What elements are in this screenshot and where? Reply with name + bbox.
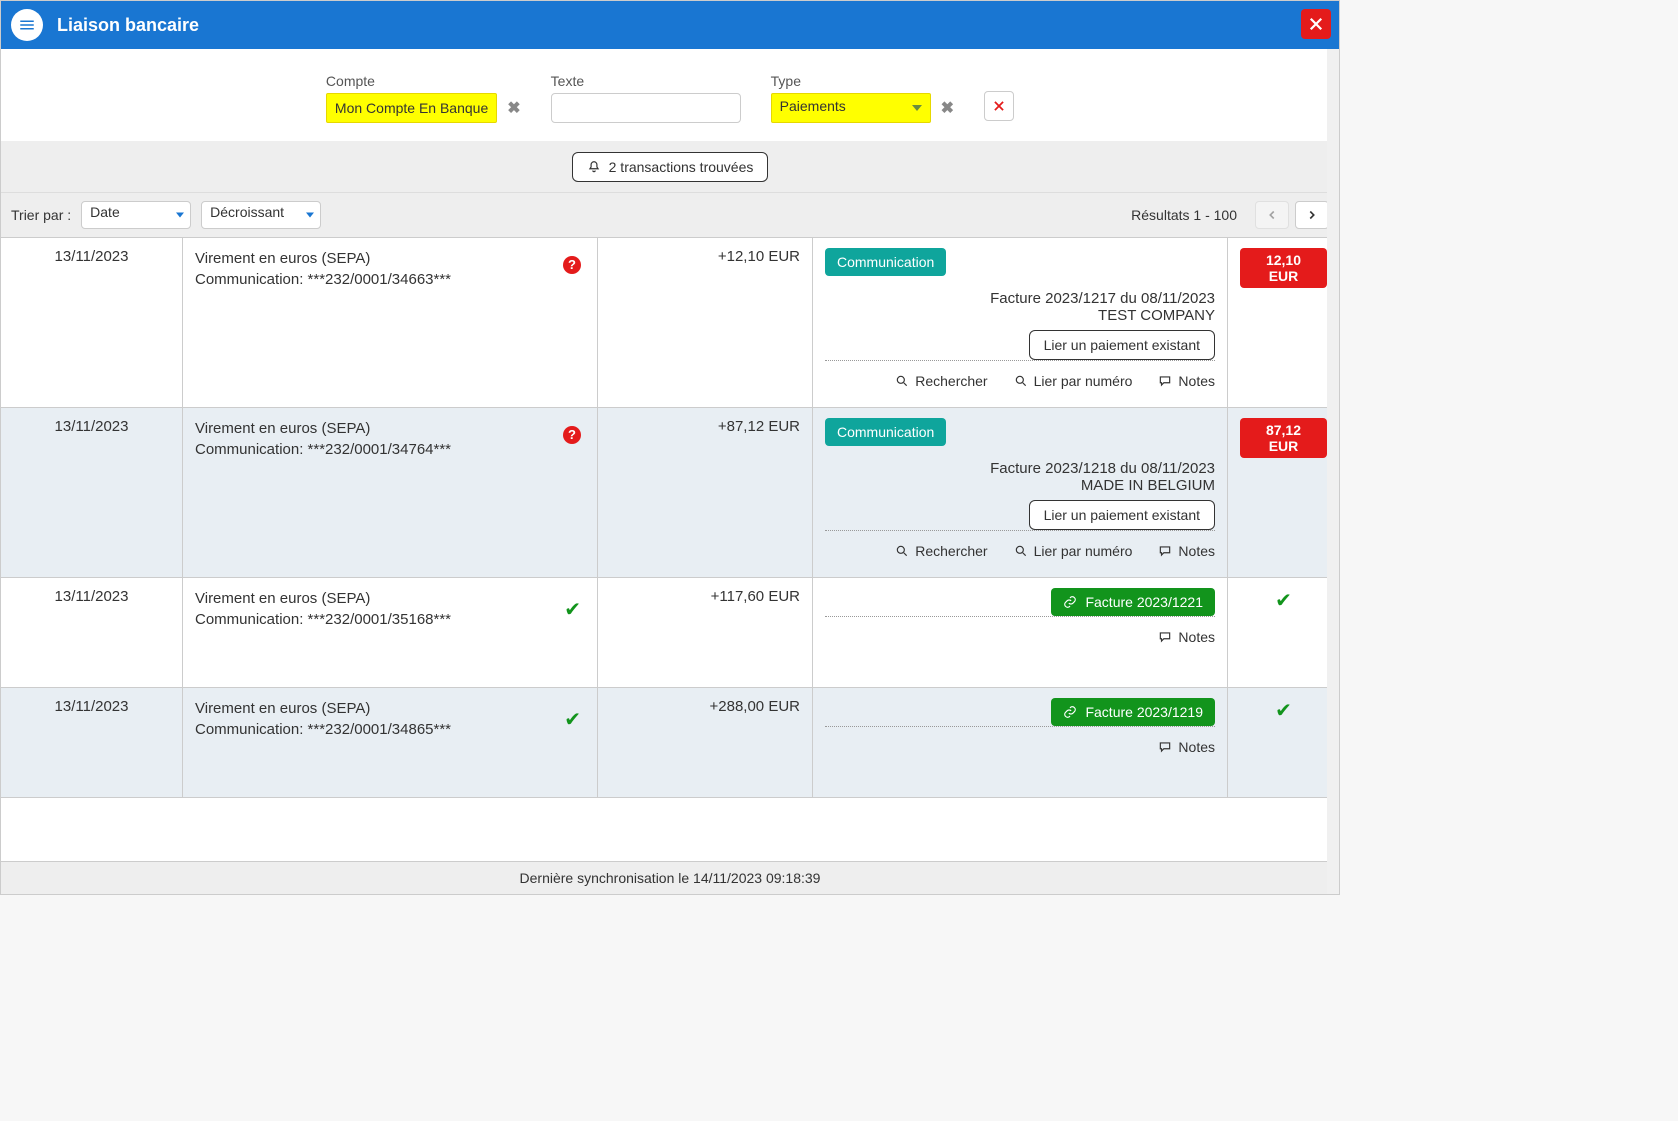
arrow-right-icon [1305, 208, 1319, 222]
transaction-status: ✔ [1228, 578, 1339, 687]
link-icon [1063, 705, 1077, 719]
unmatched-amount-badge: 87,12 EUR [1240, 418, 1327, 458]
transaction-amount: +117,60 EUR [598, 578, 813, 687]
clear-compte-icon[interactable]: ✖ [507, 98, 520, 118]
close-icon [992, 99, 1006, 113]
link-by-number-action[interactable]: Lier par numéro [1014, 373, 1133, 389]
notice-bar: 2 transactions trouvées [1, 142, 1339, 193]
transaction-description: Virement en euros (SEPA) Communication: … [183, 408, 598, 577]
close-icon [1307, 15, 1325, 33]
communication-badge[interactable]: Communication [825, 248, 946, 276]
linked-invoice-button[interactable]: Facture 2023/1219 [1051, 698, 1215, 726]
invoice-reference: Facture 2023/1217 du 08/11/2023 [825, 290, 1215, 307]
matched-check-icon: ✔ [1275, 590, 1292, 612]
transaction-date: 13/11/2023 [1, 578, 183, 687]
transaction-row: 13/11/2023 Virement en euros (SEPA) Comm… [1, 688, 1339, 798]
matched-icon: ✔ [564, 706, 581, 734]
search-icon [895, 374, 909, 388]
filter-type-select[interactable]: Paiements [771, 93, 931, 123]
notes-action[interactable]: Notes [1158, 373, 1215, 389]
filter-compte-label: Compte [326, 73, 521, 89]
transaction-row: 13/11/2023 Virement en euros (SEPA) Comm… [1, 238, 1339, 408]
unmatched-icon: ? [563, 256, 581, 274]
company-name: MADE IN BELGIUM [825, 477, 1215, 494]
unmatched-icon: ? [563, 426, 581, 444]
search-action[interactable]: Rechercher [895, 543, 987, 559]
chat-icon [1158, 630, 1172, 644]
bell-icon [587, 160, 601, 174]
invoice-reference: Facture 2023/1218 du 08/11/2023 [825, 460, 1215, 477]
link-existing-payment-button[interactable]: Lier un paiement existant [1029, 500, 1215, 530]
transaction-date: 13/11/2023 [1, 688, 183, 797]
next-page-button[interactable] [1295, 201, 1329, 229]
search-icon [895, 544, 909, 558]
transaction-date: 13/11/2023 [1, 408, 183, 577]
transactions-found-pill[interactable]: 2 transactions trouvées [572, 152, 769, 182]
menu-button[interactable] [11, 9, 43, 41]
transaction-actions: Facture 2023/1219 Notes [813, 688, 1228, 797]
notes-action[interactable]: Notes [1158, 543, 1215, 559]
transaction-date: 13/11/2023 [1, 238, 183, 407]
prev-page-button[interactable] [1255, 201, 1289, 229]
unmatched-amount-badge: 12,10 EUR [1240, 248, 1327, 288]
transaction-amount: +288,00 EUR [598, 688, 813, 797]
chat-icon [1158, 740, 1172, 754]
app-header: Liaison bancaire [1, 1, 1339, 49]
search-icon [1014, 374, 1028, 388]
sort-order-select[interactable]: Décroissant [201, 201, 321, 229]
arrow-left-icon [1265, 208, 1279, 222]
transaction-status: 87,12 EUR [1228, 408, 1339, 577]
notes-action[interactable]: Notes [1158, 739, 1215, 755]
filter-compte-input[interactable]: Mon Compte En Banque [326, 93, 497, 123]
link-icon [1063, 595, 1077, 609]
sort-field-select[interactable]: Date [81, 201, 191, 229]
page-title: Liaison bancaire [57, 15, 199, 36]
scrollbar[interactable] [1327, 1, 1339, 894]
search-action[interactable]: Rechercher [895, 373, 987, 389]
transaction-description: Virement en euros (SEPA) Communication: … [183, 238, 598, 407]
filter-type-label: Type [771, 73, 954, 89]
transaction-row: 13/11/2023 Virement en euros (SEPA) Comm… [1, 408, 1339, 578]
transaction-row: 13/11/2023 Virement en euros (SEPA) Comm… [1, 578, 1339, 688]
sync-status-footer: Dernière synchronisation le 14/11/2023 0… [1, 861, 1339, 894]
filter-bar: Compte Mon Compte En Banque ✖ Texte Type… [1, 49, 1339, 142]
transaction-description: Virement en euros (SEPA) Communication: … [183, 688, 598, 797]
transaction-description: Virement en euros (SEPA) Communication: … [183, 578, 598, 687]
transaction-status: ✔ [1228, 688, 1339, 797]
transaction-actions: Communication Facture 2023/1218 du 08/11… [813, 408, 1228, 577]
matched-icon: ✔ [564, 596, 581, 624]
transaction-amount: +12,10 EUR [598, 238, 813, 407]
transaction-amount: +87,12 EUR [598, 408, 813, 577]
close-button[interactable] [1301, 9, 1331, 39]
sort-bar: Trier par : Date Décroissant Résultats 1… [1, 193, 1339, 238]
filter-texte-label: Texte [551, 73, 741, 89]
chat-icon [1158, 544, 1172, 558]
clear-type-icon[interactable]: ✖ [941, 98, 954, 118]
matched-check-icon: ✔ [1275, 700, 1292, 722]
reset-filters-button[interactable] [984, 91, 1014, 121]
transaction-actions: Communication Facture 2023/1217 du 08/11… [813, 238, 1228, 407]
chat-icon [1158, 374, 1172, 388]
transaction-actions: Facture 2023/1221 Notes [813, 578, 1228, 687]
transaction-list: 13/11/2023 Virement en euros (SEPA) Comm… [1, 238, 1339, 861]
communication-badge[interactable]: Communication [825, 418, 946, 446]
company-name: TEST COMPANY [825, 307, 1215, 324]
results-count: Résultats 1 - 100 [1131, 207, 1237, 223]
transactions-found-text: 2 transactions trouvées [609, 159, 754, 175]
hamburger-icon [18, 16, 36, 34]
link-by-number-action[interactable]: Lier par numéro [1014, 543, 1133, 559]
filter-texte-input[interactable] [551, 93, 741, 123]
link-existing-payment-button[interactable]: Lier un paiement existant [1029, 330, 1215, 360]
notes-action[interactable]: Notes [1158, 629, 1215, 645]
search-icon [1014, 544, 1028, 558]
sort-label: Trier par : [11, 207, 71, 223]
transaction-status: 12,10 EUR [1228, 238, 1339, 407]
linked-invoice-button[interactable]: Facture 2023/1221 [1051, 588, 1215, 616]
